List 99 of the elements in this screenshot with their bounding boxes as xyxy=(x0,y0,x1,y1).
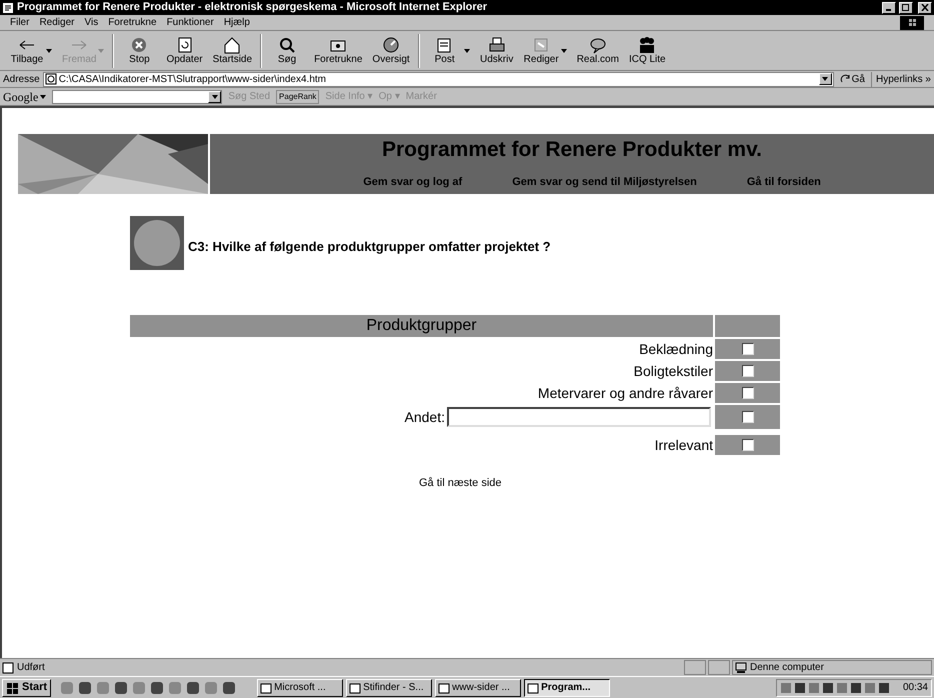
search-field[interactable] xyxy=(52,90,222,104)
status-text: Udført xyxy=(17,661,45,675)
quick-launch-icon xyxy=(78,680,92,694)
links-toolbar[interactable]: Hyperlinks » xyxy=(870,72,931,86)
quick-launch-icon xyxy=(60,680,74,694)
windows-logo-icon xyxy=(6,682,20,694)
toolbar-button[interactable]: Startside xyxy=(210,36,254,66)
close-button[interactable] xyxy=(918,2,932,14)
zone-text: Denne computer xyxy=(750,661,824,675)
tray-icon xyxy=(878,682,890,694)
quick-launch-icon xyxy=(186,680,200,694)
computer-icon xyxy=(735,662,747,674)
next-page-link[interactable]: Gå til næste side xyxy=(419,475,502,492)
tray-icon xyxy=(780,682,792,694)
taskbar-button[interactable]: www-sider ... xyxy=(435,678,522,696)
menu-item[interactable]: Funktioner xyxy=(166,15,214,30)
toolbar-button[interactable]: Post xyxy=(426,36,472,66)
window-icon xyxy=(260,682,272,694)
dropdown-arrow-icon xyxy=(46,48,52,52)
menu-item[interactable]: Filer xyxy=(10,15,30,30)
menu-item[interactable]: Vis xyxy=(84,15,98,30)
nav-link[interactable]: Gem svar og send til Miljøstyrelsen xyxy=(512,174,697,190)
tray-icon xyxy=(822,682,834,694)
dropdown-arrow-icon xyxy=(464,48,470,52)
quick-launch-icon xyxy=(114,680,128,694)
address-label: Adresse xyxy=(3,72,40,86)
window-icon xyxy=(349,682,362,694)
toolbar-button[interactable]: Udskriv xyxy=(478,36,516,66)
row-label: Boligtekstiler xyxy=(634,362,713,381)
menu-item[interactable]: Foretrukne xyxy=(108,15,157,30)
taskbar-button[interactable]: Microsoft ... xyxy=(257,678,344,696)
dropdown-arrow-icon xyxy=(98,48,104,52)
toolbar-button[interactable]: Stop xyxy=(120,36,158,66)
quick-launch-icon xyxy=(168,680,182,694)
page-title: Programmet for Renere Produkter mv. xyxy=(382,137,762,163)
toolbar-button[interactable]: Real.com xyxy=(574,36,621,66)
nav-link[interactable]: Gem svar og log af xyxy=(363,174,462,190)
quick-launch-icon xyxy=(132,680,146,694)
tray-icon xyxy=(850,682,862,694)
text-input[interactable] xyxy=(447,407,711,427)
go-button[interactable]: Gå xyxy=(836,72,868,86)
menu-item[interactable]: Hjælp xyxy=(224,15,250,30)
tray-icon xyxy=(836,682,848,694)
clock: 00:34 xyxy=(902,681,928,695)
dropdown-arrow-icon xyxy=(560,48,567,52)
toolbar-button[interactable]: Søg xyxy=(268,36,306,66)
dropdown-arrow-icon xyxy=(212,94,218,98)
tray-icon xyxy=(864,682,876,694)
pagerank-meter: PageRank xyxy=(276,90,320,104)
checkbox[interactable] xyxy=(742,365,754,377)
maximize-icon xyxy=(902,4,910,11)
toolbar-button[interactable]: Opdater xyxy=(164,36,205,66)
arrow-icon xyxy=(840,74,850,84)
checkbox[interactable] xyxy=(742,343,754,355)
page-icon xyxy=(2,662,14,674)
taskbar-button[interactable]: Program... xyxy=(524,678,610,696)
toolbar-button[interactable]: Oversigt xyxy=(370,36,412,66)
window-icon xyxy=(438,682,450,694)
speech-bubble-icon xyxy=(588,36,608,54)
toolbar-button[interactable]: ICQ Lite xyxy=(626,36,668,66)
page-icon xyxy=(44,73,57,85)
search-icon xyxy=(277,36,298,54)
question-text: C3: Hvilke af følgende produktgrupper omfatter projektet ? xyxy=(188,238,551,256)
row-label: Andet: xyxy=(404,408,445,426)
dropdown-arrow-icon xyxy=(822,77,828,81)
dropdown-button[interactable] xyxy=(208,90,222,102)
quick-launch-icon xyxy=(96,680,110,694)
address-field[interactable]: C:\CASA\Indikatorer-MST\Slutrapport\www-sider\index4.htm xyxy=(42,72,834,86)
row-label: Metervarer og andre råvarer xyxy=(538,384,713,403)
header-cell xyxy=(715,315,780,337)
table-header: Produktgrupper xyxy=(130,315,713,337)
quick-launch-icon xyxy=(204,680,218,694)
toolbar-button[interactable]: Foretrukne xyxy=(312,36,364,66)
checkbox[interactable] xyxy=(742,411,754,423)
window-title: Programmet for Renere Produkter - elektronisk spørgeskema - Microsoft Internet Explorer xyxy=(17,0,488,16)
home-icon xyxy=(222,36,242,54)
printer-icon xyxy=(486,36,507,54)
row-label: Irrelevant xyxy=(654,436,713,454)
textile-logo-icon xyxy=(130,216,184,270)
row-label: Beklædning xyxy=(639,340,713,359)
taskbar-button[interactable]: Stifinder - S... xyxy=(346,678,432,696)
google-menu[interactable]: Google xyxy=(3,88,46,106)
checkbox[interactable] xyxy=(742,387,754,399)
quick-launch-icon xyxy=(222,680,236,694)
window-icon xyxy=(527,682,540,694)
start-button[interactable]: Start xyxy=(2,678,52,696)
minimize-button[interactable] xyxy=(882,2,896,14)
maximize-button[interactable] xyxy=(899,2,913,14)
toolbar-button[interactable]: Rediger xyxy=(522,36,569,66)
toolbar-button[interactable]: Tilbage xyxy=(8,36,54,66)
dropdown-button[interactable] xyxy=(818,73,832,85)
quick-launch-icon xyxy=(150,680,164,694)
nav-link[interactable]: Gå til forsiden xyxy=(746,174,821,190)
menu-item[interactable]: Rediger xyxy=(39,15,74,30)
checkbox[interactable] xyxy=(742,439,754,451)
close-icon xyxy=(921,4,929,11)
tray-icon xyxy=(808,682,820,694)
tray-icon xyxy=(794,682,806,694)
dropdown-arrow-icon xyxy=(40,94,46,98)
